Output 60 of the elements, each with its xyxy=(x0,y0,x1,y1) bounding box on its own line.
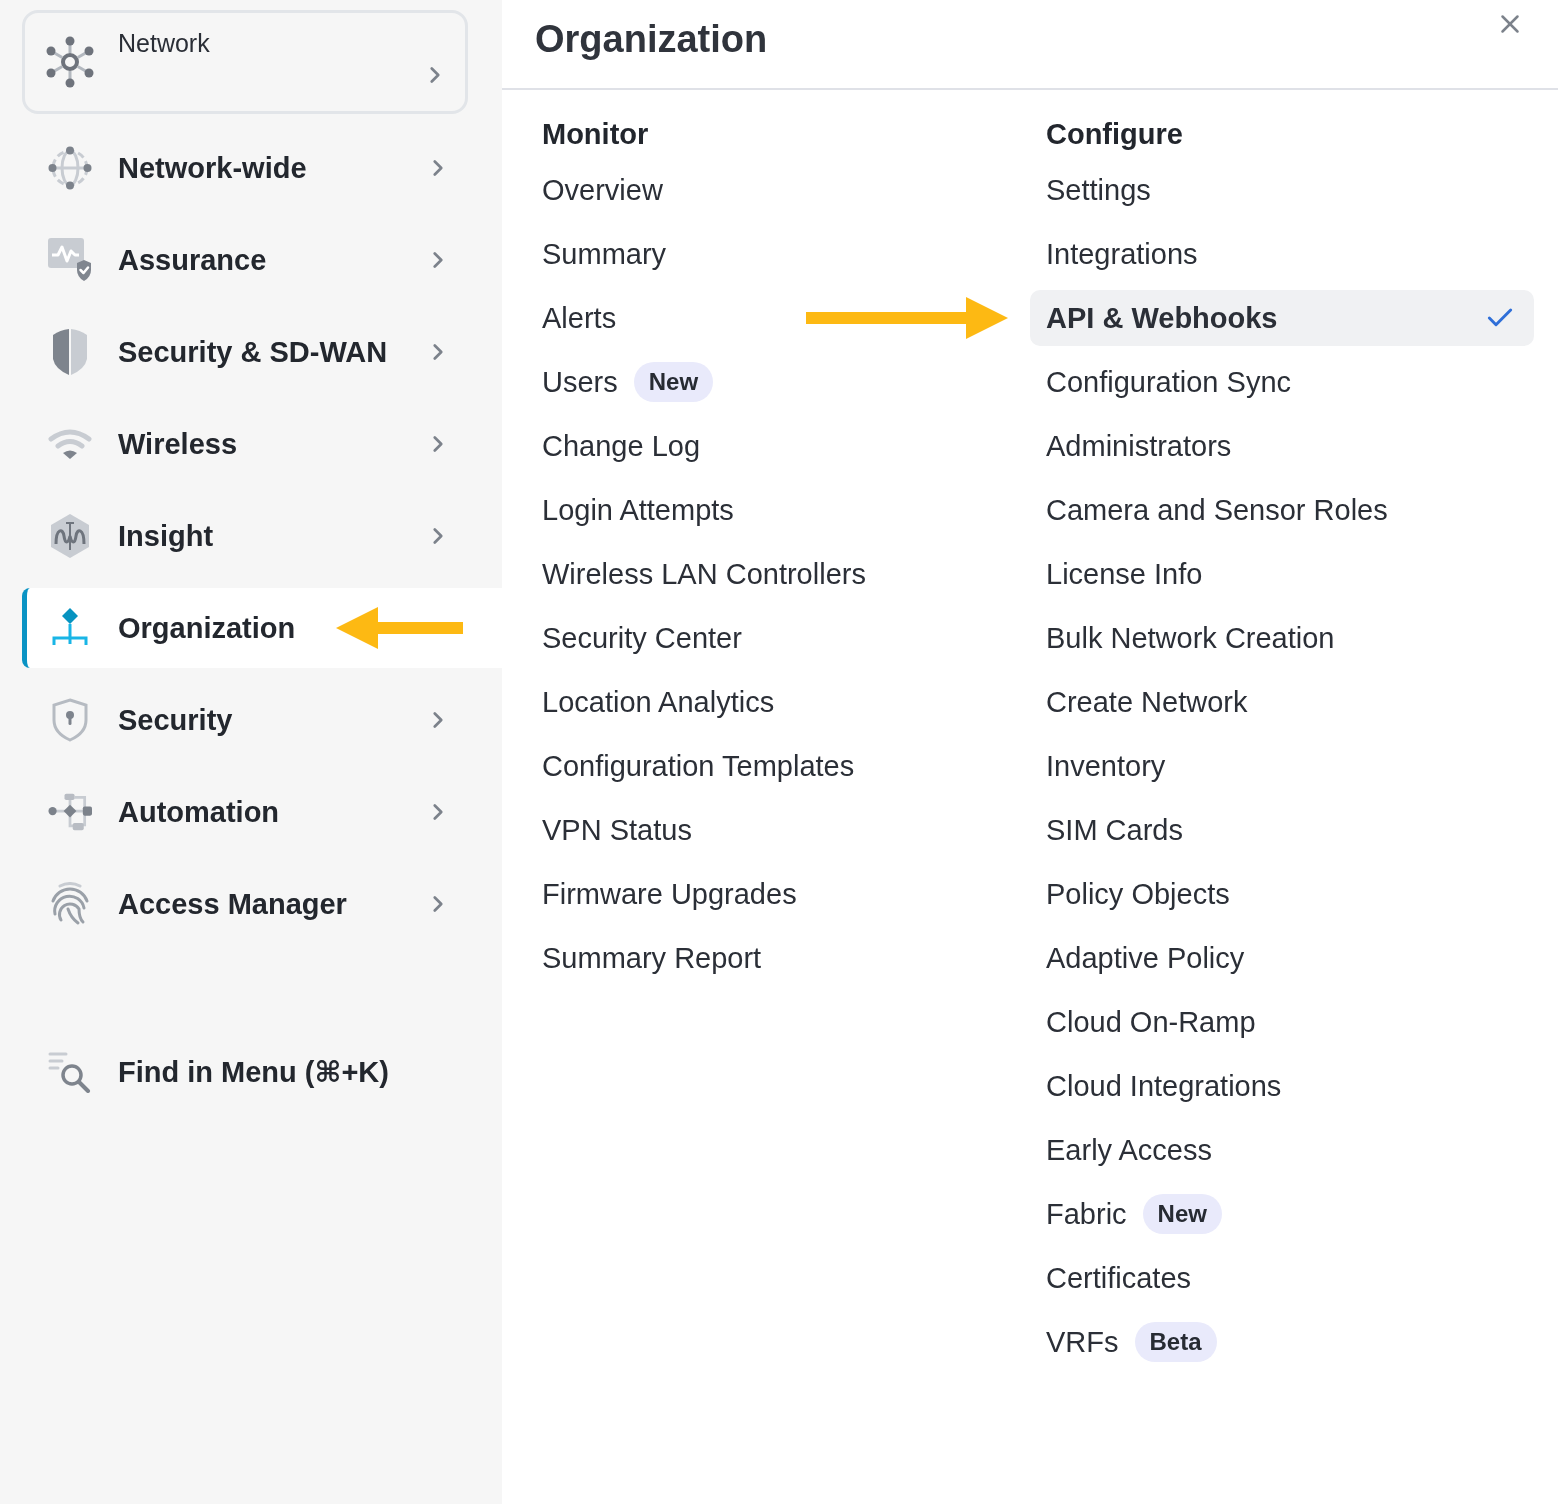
menu-item[interactable]: Integrations xyxy=(1046,236,1198,272)
sidebar-item[interactable]: Organization xyxy=(22,588,502,668)
sidebar-item[interactable]: Network-wide xyxy=(22,128,502,208)
status-badge: Beta xyxy=(1134,1322,1217,1362)
sidebar-item[interactable]: Automation xyxy=(22,772,502,852)
network-selector[interactable]: Network xyxy=(22,10,468,114)
menu-item[interactable]: Early Access xyxy=(1046,1132,1212,1168)
menu-item[interactable]: Location Analytics xyxy=(542,684,775,720)
menu-item[interactable]: SIM Cards xyxy=(1046,812,1183,848)
hexagon-wave-icon xyxy=(50,514,90,558)
menu-item[interactable]: Create Network xyxy=(1046,684,1248,720)
menu-item[interactable]: Cloud Integrations xyxy=(1046,1068,1282,1104)
menu-item[interactable]: Camera and Sensor Roles xyxy=(1046,492,1388,528)
sidebar-item[interactable]: Access Manager xyxy=(22,864,502,944)
menu-item[interactable]: Adaptive Policy xyxy=(1046,940,1245,976)
menu-item[interactable]: Administrators xyxy=(1046,428,1232,464)
menu-item[interactable]: Configuration Templates xyxy=(542,748,855,784)
shield-icon xyxy=(52,329,88,375)
menu-item[interactable]: Wireless LAN Controllers xyxy=(542,556,866,592)
column-heading: Monitor xyxy=(542,117,649,152)
menu-item[interactable]: Summary Report xyxy=(542,940,762,976)
status-badge: New xyxy=(633,362,714,402)
menu-item[interactable]: Summary xyxy=(542,236,667,272)
sidebar-item[interactable]: Wireless xyxy=(22,404,502,484)
column-heading: Configure xyxy=(1046,117,1183,152)
menu-item[interactable]: Login Attempts xyxy=(542,492,734,528)
menu-item[interactable]: Security Center xyxy=(542,620,742,656)
sidebar-item[interactable]: Security xyxy=(22,680,502,760)
menu-item[interactable]: Change Log xyxy=(542,428,701,464)
menu-item[interactable]: Bulk Network Creation xyxy=(1046,620,1335,656)
menu-item[interactable]: Certificates xyxy=(1046,1260,1192,1296)
globe-icon xyxy=(48,146,92,190)
hierarchy-icon xyxy=(51,608,89,648)
menu-item[interactable]: Users New xyxy=(542,362,714,402)
chart-shield-icon xyxy=(48,238,92,282)
menu-item[interactable]: Inventory xyxy=(1046,748,1166,784)
menu-item[interactable]: Firmware Upgrades xyxy=(542,876,797,912)
sidebar-item[interactable]: Assurance xyxy=(22,220,502,300)
status-badge: New xyxy=(1142,1194,1222,1234)
find-in-menu-button[interactable]: Find in Menu (⌘+K) xyxy=(22,1032,502,1112)
menu-item[interactable]: VRFs Beta xyxy=(1046,1322,1217,1362)
sidebar-item[interactable]: Security & SD-WAN xyxy=(22,312,502,392)
hub-icon xyxy=(45,36,95,88)
menu-item[interactable]: Cloud On-Ramp xyxy=(1046,1004,1256,1040)
menu-item[interactable]: Configuration Sync xyxy=(1046,364,1292,400)
menu-item[interactable]: Alerts xyxy=(542,300,617,336)
menu-item[interactable]: License Info xyxy=(1046,556,1203,592)
menu-item[interactable]: Policy Objects xyxy=(1046,876,1230,912)
flowchart-icon xyxy=(48,792,92,832)
wifi-icon xyxy=(48,428,92,460)
menu-item[interactable]: Settings xyxy=(1046,172,1151,208)
shield-keyhole-icon xyxy=(51,698,89,742)
fingerprint-icon xyxy=(50,882,90,926)
sidebar-item[interactable]: Insight xyxy=(22,496,502,576)
menu-item[interactable]: Overview xyxy=(542,172,663,208)
menu-item[interactable]: API & Webhooks xyxy=(1030,290,1534,346)
panel-title: Organization xyxy=(535,17,768,62)
menu-item[interactable]: Fabric New xyxy=(1046,1194,1222,1234)
search-icon xyxy=(48,1051,92,1093)
menu-item[interactable]: VPN Status xyxy=(542,812,692,848)
